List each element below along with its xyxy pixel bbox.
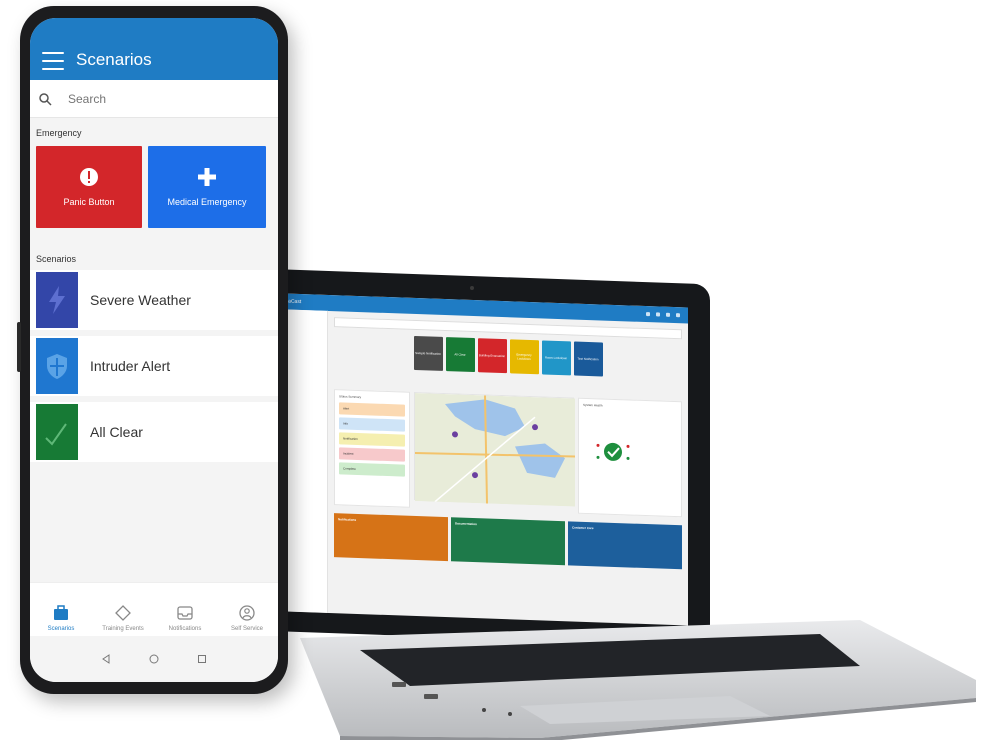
- map-image: [414, 392, 576, 507]
- info-card-title: Documentation: [455, 521, 477, 527]
- status-item[interactable]: Info: [339, 417, 405, 432]
- check-icon: [36, 404, 78, 460]
- info-card[interactable]: Documentation: [451, 517, 565, 566]
- system-health-widget: System Health: [578, 397, 682, 518]
- scenario-button[interactable]: Sample Notification: [413, 335, 443, 371]
- usb-port: [424, 694, 438, 699]
- plus-icon: [197, 167, 217, 189]
- nav-item-training-events[interactable]: Training Events: [93, 604, 153, 632]
- system-nav-bar: [30, 636, 278, 682]
- scenario-item-all-clear[interactable]: All Clear: [30, 402, 278, 462]
- scenario-label: Severe Weather: [90, 292, 191, 308]
- scenario-button[interactable]: Emergency Lockdown: [509, 339, 539, 375]
- nav-item-notifications[interactable]: Notifications: [155, 604, 215, 632]
- medical-emergency-label: Medical Emergency: [167, 197, 247, 207]
- scenarios-section-label: Scenarios: [36, 254, 77, 264]
- app-bar: Scenarios: [30, 18, 278, 80]
- status-widget: Status Summary Alert Info Notification I…: [334, 389, 410, 508]
- search-bar: [30, 80, 278, 118]
- status-item[interactable]: Incident: [339, 447, 405, 462]
- system-widget-title: System Health: [583, 402, 603, 408]
- person-icon: [239, 605, 255, 621]
- nav-label: Scenarios: [47, 626, 75, 632]
- scenario-buttons: Sample Notification All Clear Building E…: [334, 333, 682, 379]
- web-header-icons: [646, 312, 688, 318]
- search-input[interactable]: [68, 91, 228, 106]
- scenario-label: All Clear: [90, 424, 143, 440]
- phone-screen: Scenarios Emergency Panic Button: [30, 18, 278, 682]
- back-icon[interactable]: [101, 654, 111, 664]
- status-item[interactable]: Complete: [339, 462, 405, 477]
- laptop-base: [300, 620, 976, 740]
- scenario-label: Intruder Alert: [90, 358, 171, 374]
- laptop-camera: [470, 286, 474, 290]
- header-icon[interactable]: [676, 313, 680, 318]
- nav-label: Self Service: [230, 626, 263, 632]
- emergency-section-label: Emergency: [36, 128, 82, 138]
- medical-emergency-button[interactable]: Medical Emergency: [148, 146, 266, 228]
- status-widget-title: Status Summary: [339, 394, 362, 400]
- inbox-icon: [177, 606, 193, 620]
- briefcase-icon: [54, 605, 68, 620]
- info-card[interactable]: Notifications: [334, 513, 448, 562]
- scenario-item-severe-weather[interactable]: Severe Weather: [30, 270, 278, 330]
- emergency-tiles: Panic Button Medical Emergency: [30, 138, 278, 228]
- scenario-button[interactable]: All Clear: [445, 337, 475, 373]
- laptop-screen: InformaCast Sample Notification: [258, 292, 688, 626]
- panic-button-label: Panic Button: [63, 197, 115, 207]
- status-item[interactable]: Notification: [339, 432, 405, 447]
- nav-item-scenarios[interactable]: Scenarios: [31, 604, 91, 632]
- scenario-list: Severe Weather Intruder Alert All Clear: [30, 270, 278, 462]
- status-item[interactable]: Alert: [339, 402, 405, 417]
- search-icon: [38, 92, 52, 106]
- info-row: Notifications Documentation Customer Car…: [334, 513, 682, 570]
- bottom-nav: Scenarios Training Events Notifications …: [30, 582, 278, 636]
- menu-icon[interactable]: [42, 52, 64, 70]
- scenario-button[interactable]: Building Evacuation: [477, 338, 507, 374]
- widgets-row: Status Summary Alert Info Notification I…: [334, 389, 682, 518]
- diamond-icon: [115, 605, 131, 621]
- app-title: Scenarios: [76, 50, 152, 69]
- nav-label: Training Events: [102, 626, 144, 632]
- phone-side-button: [17, 322, 21, 372]
- recents-icon[interactable]: [197, 654, 207, 664]
- nav-item-self-service[interactable]: Self Service: [217, 604, 277, 632]
- header-icon[interactable]: [666, 312, 670, 317]
- stage: InformaCast Sample Notification: [0, 0, 984, 746]
- scenario-item-intruder-alert[interactable]: Intruder Alert: [30, 336, 278, 396]
- web-body: Sample Notification All Clear Building E…: [258, 308, 688, 625]
- lightning-icon: [36, 272, 78, 328]
- info-card-title: Customer Care: [572, 525, 594, 531]
- shield-icon: [36, 338, 78, 394]
- nav-label: Notifications: [168, 626, 202, 632]
- scenario-button[interactable]: Room Lockdown: [541, 340, 571, 376]
- home-icon[interactable]: [149, 654, 159, 664]
- map-widget[interactable]: [414, 391, 576, 507]
- web-main: Sample Notification All Clear Building E…: [328, 311, 688, 626]
- header-icon[interactable]: [646, 312, 650, 317]
- header-icon[interactable]: [656, 312, 660, 317]
- alert-icon: [79, 167, 99, 189]
- phone: Scenarios Emergency Panic Button: [17, 6, 288, 694]
- usb-port: [392, 682, 406, 687]
- info-card[interactable]: Customer Care: [568, 521, 682, 570]
- scenario-button[interactable]: Test Notification: [573, 341, 603, 377]
- panic-button[interactable]: Panic Button: [36, 146, 142, 228]
- info-card-title: Notifications: [338, 517, 357, 522]
- health-check-icon: [596, 442, 630, 461]
